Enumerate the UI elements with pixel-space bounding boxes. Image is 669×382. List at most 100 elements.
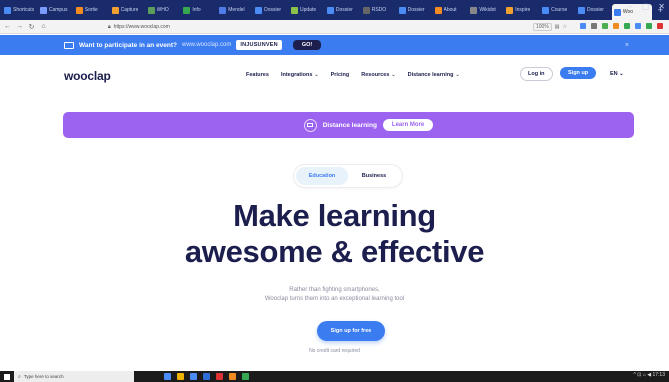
toggle-education[interactable]: Education <box>296 167 348 185</box>
tab-label: Dossier <box>264 7 282 13</box>
tab-favicon-icon <box>578 6 585 14</box>
participation-site[interactable]: www.wooclap.com <box>182 42 231 48</box>
browser-extension-icon[interactable] <box>602 23 608 29</box>
tab-favicon-icon <box>39 6 47 14</box>
taskbar-apps <box>164 373 249 380</box>
browser-tab[interactable]: WHO <box>146 2 180 18</box>
browser-tab[interactable]: Dossier <box>576 2 610 18</box>
hero-title-line-1: Make learning <box>233 198 436 233</box>
taskbar-app-icon[interactable] <box>229 373 236 380</box>
go-button[interactable]: GO! <box>292 40 322 50</box>
chevron-down-icon: ⌄ <box>455 72 460 78</box>
tab-favicon-icon <box>4 6 11 14</box>
nav-link-integrations[interactable]: Integrations ⌄ <box>281 72 319 78</box>
browser-tab[interactable]: Inspire <box>504 2 538 18</box>
browser-extension-icon[interactable] <box>591 23 597 29</box>
zoom-level[interactable]: 100% <box>533 22 552 31</box>
url-field[interactable]: 🔒︎ https://www.wooclap.com <box>108 24 508 30</box>
tab-favicon-icon <box>75 6 83 14</box>
maximize-icon[interactable]: ▢ <box>642 2 650 11</box>
browser-tab[interactable]: Shortcuts <box>2 2 36 18</box>
reload-icon[interactable]: ↻ <box>28 23 35 31</box>
signup-button[interactable]: Sign up <box>560 67 597 79</box>
browser-tab[interactable]: About <box>433 2 467 18</box>
tab-favicon-icon <box>434 6 442 14</box>
chevron-down-icon: ⌄ <box>314 72 319 78</box>
back-icon[interactable]: ← <box>4 23 11 30</box>
close-banner-icon[interactable]: × <box>625 42 629 49</box>
nav-link-resources[interactable]: Resources ⌄ <box>361 72 395 78</box>
browser-extension-icon[interactable] <box>657 23 663 29</box>
tab-label: Wikidot <box>479 7 496 13</box>
tab-favicon-icon <box>111 6 119 14</box>
tab-label: Capture <box>120 7 139 13</box>
taskbar-app-icon[interactable] <box>242 373 249 380</box>
browser-extension-icon[interactable] <box>613 23 619 29</box>
learn-more-button[interactable]: Learn More <box>382 119 434 131</box>
nav-link-distance-learning[interactable]: Distance learning ⌄ <box>408 72 460 78</box>
signup-free-button[interactable]: Sign up for free <box>317 321 385 341</box>
forward-icon[interactable]: → <box>16 23 23 30</box>
browser-tab[interactable]: RSDO <box>361 2 395 18</box>
tab-favicon-icon <box>183 6 191 14</box>
browser-extension-icon[interactable] <box>635 23 641 29</box>
home-icon[interactable]: ⌂ <box>40 23 47 30</box>
browser-extension-icon[interactable] <box>580 23 586 29</box>
reader-icon[interactable]: ▤ <box>555 24 560 30</box>
browser-tab[interactable]: Campus <box>38 2 72 18</box>
browser-tab[interactable]: Dossier <box>253 2 287 18</box>
tab-label: Update <box>300 7 317 13</box>
hero-subtitle: Rather than fighting smartphones, Woocla… <box>0 286 669 304</box>
browser-tab[interactable]: Info <box>181 2 215 18</box>
taskbar-app-icon[interactable] <box>164 373 171 380</box>
browser-extension-icon[interactable] <box>624 23 630 29</box>
tab-favicon-icon <box>542 6 550 14</box>
browser-tab[interactable]: Capture <box>110 2 144 18</box>
language-selector[interactable]: EN ⌄ <box>610 71 624 77</box>
windows-start-icon[interactable] <box>0 371 14 382</box>
tab-favicon-icon <box>326 6 334 14</box>
nav-link-label: Resources <box>361 72 390 78</box>
event-code-button[interactable]: INJUSUNVEN <box>236 40 282 50</box>
window-controls: – ▢ ✕ <box>628 2 665 11</box>
taskbar-app-icon[interactable] <box>177 373 184 380</box>
browser-tab[interactable]: Course <box>540 2 574 18</box>
tab-favicon-icon <box>613 8 621 16</box>
close-window-icon[interactable]: ✕ <box>658 2 665 11</box>
wooclap-logo[interactable]: wooclap <box>64 69 111 83</box>
taskbar-app-icon[interactable] <box>216 373 223 380</box>
nav-link-label: Pricing <box>330 72 350 78</box>
tab-favicon-icon <box>291 6 298 14</box>
tab-label: Inspire <box>515 7 531 13</box>
browser-tab[interactable]: Mendel <box>217 2 251 18</box>
tab-label: Sortie <box>84 7 98 13</box>
hero-title-line-2: awesome & effective <box>184 234 485 269</box>
tab-label: Mendel <box>228 7 245 13</box>
taskbar-app-icon[interactable] <box>190 373 197 380</box>
browser-tab[interactable]: Dossier <box>397 2 431 18</box>
taskbar-app-icon[interactable] <box>203 373 210 380</box>
os-taskbar: ⌕ Type here to search ^ ⊡ ⌂ ◀ 17:13 <box>0 371 669 382</box>
browser-tab[interactable]: Sortie <box>74 2 108 18</box>
language-label: EN <box>610 71 618 77</box>
nav-link-features[interactable]: Features <box>246 72 269 78</box>
taskbar-search-placeholder: Type here to search <box>23 374 64 379</box>
extension-icons <box>580 23 663 29</box>
minimize-icon[interactable]: – <box>628 2 632 11</box>
hero-subtitle-line-2: Wooclap turns them into an exceptional l… <box>264 296 405 302</box>
tab-favicon-icon <box>219 6 227 14</box>
toggle-business[interactable]: Business <box>348 167 400 185</box>
nav-link-pricing[interactable]: Pricing <box>331 72 350 78</box>
tab-label: RSDO <box>371 7 387 13</box>
taskbar-search-field[interactable]: ⌕ Type here to search <box>14 371 134 382</box>
tab-favicon-icon <box>147 6 155 14</box>
browser-extension-icon[interactable] <box>646 23 652 29</box>
bookmark-star-icon[interactable]: ☆ <box>563 24 567 30</box>
browser-tab[interactable]: Dossier <box>325 2 359 18</box>
browser-tab[interactable]: Update <box>289 2 323 18</box>
tab-favicon-icon <box>255 6 263 14</box>
tab-favicon-icon <box>506 6 514 14</box>
browser-tab[interactable]: Wikidot <box>468 2 502 18</box>
chevron-down-icon: ⌄ <box>619 71 624 77</box>
login-button[interactable]: Log in <box>520 67 553 81</box>
